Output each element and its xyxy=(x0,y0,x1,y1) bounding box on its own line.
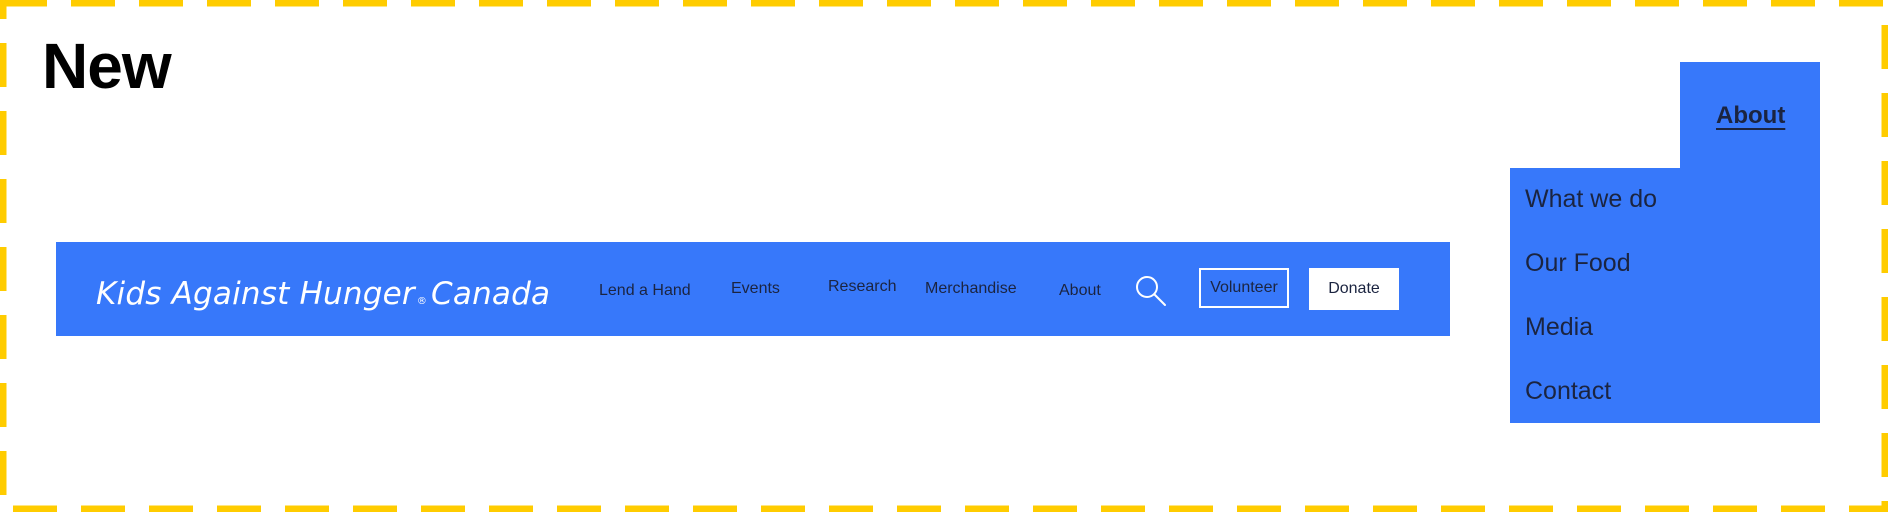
navbar: Kids Against Hunger ® Canada Lend a Hand… xyxy=(56,242,1450,336)
search-button[interactable] xyxy=(1134,274,1168,308)
nav-link-research[interactable]: Research xyxy=(828,240,896,334)
dropdown-item-our-food[interactable]: Our Food xyxy=(1525,247,1631,279)
dropdown-item-what-we-do[interactable]: What we do xyxy=(1525,183,1657,215)
dropdown-item-media[interactable]: Media xyxy=(1525,311,1593,343)
donate-button[interactable]: Donate xyxy=(1309,268,1399,310)
registered-mark: ® xyxy=(416,296,428,307)
section-title: New xyxy=(42,30,172,102)
nav-link-merchandise[interactable]: Merchandise xyxy=(925,242,1017,336)
volunteer-button[interactable]: Volunteer xyxy=(1199,268,1289,308)
about-menu-tab: About xyxy=(1680,62,1820,168)
dropdown-item-contact[interactable]: Contact xyxy=(1525,375,1611,407)
nav-link-events[interactable]: Events xyxy=(731,242,780,336)
search-icon xyxy=(1136,276,1166,306)
about-dropdown-menu: What we do Our Food Media Contact xyxy=(1510,168,1820,423)
brand-name-part2: Canada xyxy=(431,276,551,312)
nav-link-about[interactable]: About xyxy=(1059,244,1101,338)
brand-name-part1: Kids Against Hunger xyxy=(96,276,415,312)
nav-link-lend-a-hand[interactable]: Lend a Hand xyxy=(599,244,691,338)
about-menu-title[interactable]: About xyxy=(1716,102,1785,130)
brand-logo[interactable]: Kids Against Hunger ® Canada xyxy=(96,264,550,314)
